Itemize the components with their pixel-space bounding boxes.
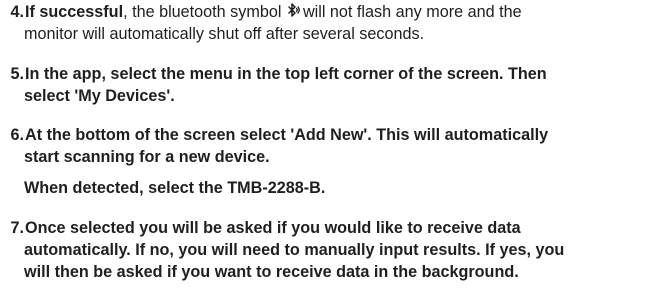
step-4-line-2: monitor will automatically shut off afte…: [24, 25, 425, 43]
step-number: 5.: [10, 65, 24, 83]
step-6-text: At the bottom of the screen select 'Add …: [25, 126, 549, 144]
step-7-line-1: 7.Once selected you will be asked if you…: [0, 218, 521, 238]
step-6-line-1: 6.At the bottom of the screen select 'Ad…: [0, 125, 548, 145]
step-number: 7.: [10, 219, 24, 237]
step-6-line-3: When detected, select the TMB-2288-B.: [24, 179, 326, 197]
step-7-line-2: automatically. If no, you will need to m…: [24, 241, 565, 259]
step-5-line-1: 5.In the app, select the menu in the top…: [0, 64, 547, 84]
step-4-line-1: 4.If successful, the bluetooth symbol wi…: [0, 2, 522, 22]
step-6-line-2: start scanning for a new device.: [24, 148, 270, 166]
step-7-text: Once selected you will be asked if you w…: [25, 219, 521, 237]
step-4-text-after-icon: will not flash any more and the: [302, 3, 522, 21]
bluetooth-flashing-icon: [287, 2, 301, 20]
step-7-line-3: will then be asked if you want to receiv…: [24, 263, 519, 281]
step-number: 6.: [10, 126, 24, 144]
step-number: 4.: [10, 3, 24, 21]
step-4-text-before-icon: , the bluetooth symbol: [123, 3, 282, 21]
step-5-line-2: select 'My Devices'.: [24, 87, 175, 105]
step-5-text: In the app, select the menu in the top l…: [25, 65, 547, 83]
step-4-lead: If successful: [25, 3, 124, 21]
